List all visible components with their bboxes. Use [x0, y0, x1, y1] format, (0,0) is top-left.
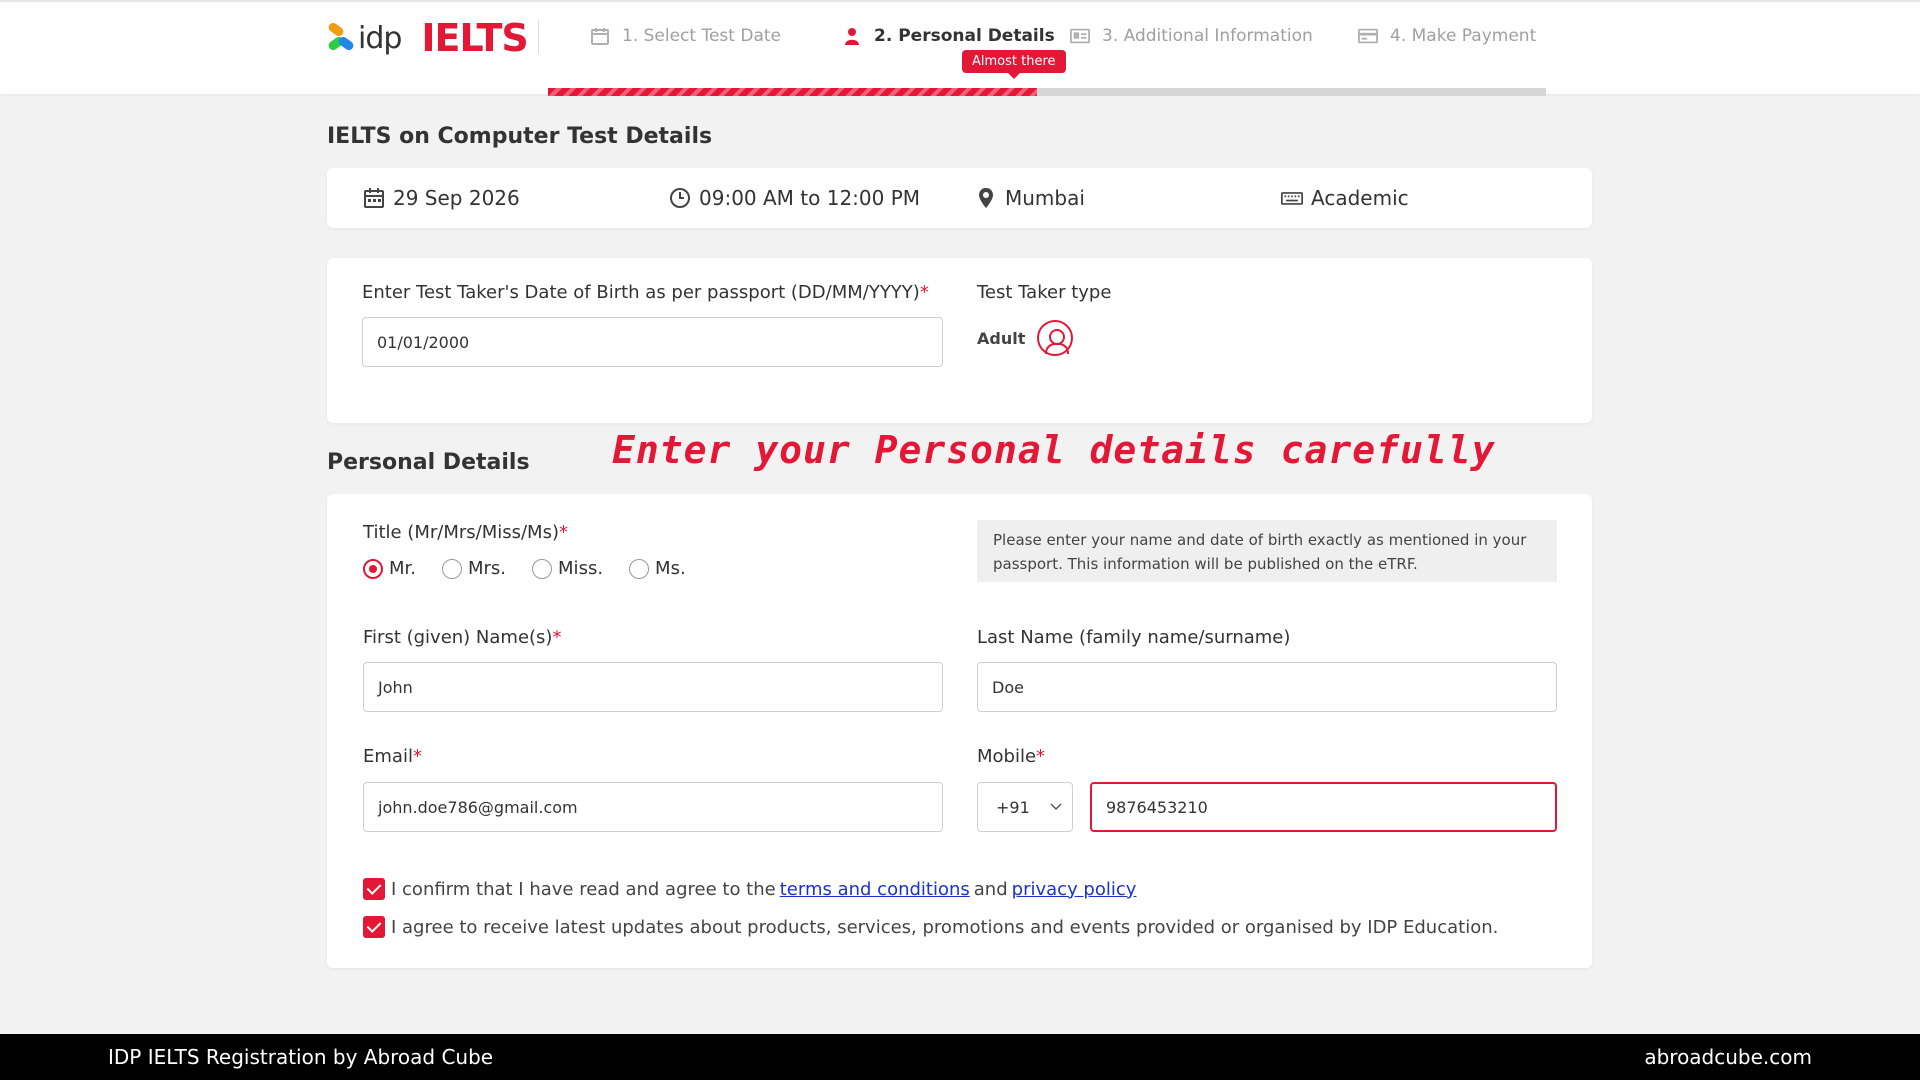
required-mark: * [558, 522, 568, 543]
test-module-value: Academic [1311, 186, 1409, 210]
idp-ielts-logo[interactable]: idp IELTS [326, 16, 529, 60]
progress-bar-fill [548, 88, 1038, 96]
title-radio-ms[interactable]: Ms. [629, 558, 686, 579]
user-icon [845, 28, 859, 45]
annotation-text: Enter your Personal details carefully [612, 428, 1496, 472]
email-label: Email* [363, 746, 422, 767]
radio-label: Mrs. [468, 558, 507, 579]
privacy-link[interactable]: privacy policy [1012, 879, 1137, 900]
title-label-text: Title (Mr/Mrs/Miss/Ms) [363, 522, 559, 543]
marketing-consent-text: I agree to receive latest updates about … [391, 916, 1499, 938]
required-mark: * [552, 627, 562, 648]
caption-left: IDP IELTS Registration by Abroad Cube [108, 1045, 494, 1069]
terms-consent: I confirm that I have read and agree to … [363, 878, 1140, 900]
test-details-card: 29 Sep 2026 09:00 AM to 12:00 PM Mumbai … [327, 168, 1592, 228]
logo-divider [538, 20, 539, 54]
terms-consent-text: I confirm that I have read and agree to … [391, 878, 776, 900]
title-radio-miss[interactable]: Miss. [532, 558, 603, 579]
step-additional-information[interactable]: 3. Additional Information [1070, 26, 1313, 46]
step-label: 4. Make Payment [1390, 26, 1537, 46]
mobile-input[interactable]: 9876453210 [1090, 782, 1557, 832]
step-label: 3. Additional Information [1102, 26, 1313, 46]
step-label: 1. Select Test Date [622, 26, 781, 46]
required-mark: * [1036, 746, 1046, 767]
mobile-label: Mobile* [977, 746, 1045, 767]
video-caption-bar: IDP IELTS Registration by Abroad Cube ab… [0, 1034, 1920, 1080]
taker-type-value: Adult [977, 328, 1026, 348]
country-code-select[interactable]: +91 [977, 782, 1073, 832]
calendar-icon [364, 188, 384, 208]
dob-label: Enter Test Taker's Date of Birth as per … [362, 282, 929, 303]
taker-type-label: Test Taker type [977, 282, 1112, 303]
radio-icon [442, 558, 462, 579]
step-label: 2. Personal Details [874, 26, 1055, 46]
caption-right: abroadcube.com [1644, 1045, 1812, 1069]
title-radio-mr[interactable]: Mr. [363, 558, 416, 579]
credit-card-icon [1358, 28, 1378, 44]
first-name-label-text: First (given) Name(s) [363, 627, 553, 648]
required-mark: * [919, 282, 929, 303]
dob-label-text: Enter Test Taker's Date of Birth as per … [362, 282, 920, 303]
marketing-consent: I agree to receive latest updates about … [363, 916, 1498, 938]
taker-type: Adult [977, 320, 1074, 356]
radio-icon [532, 558, 553, 579]
test-location: Mumbai [975, 186, 1085, 210]
logo-idp-text: idp [358, 20, 402, 56]
keyboard-icon [1281, 192, 1303, 205]
mobile-label-text: Mobile [977, 746, 1037, 767]
title-label: Title (Mr/Mrs/Miss/Ms)* [363, 522, 568, 543]
and-text: and [973, 878, 1008, 900]
map-pin-icon [979, 188, 993, 208]
dob-input[interactable]: 01/01/2000 [362, 317, 943, 367]
test-date-value: 29 Sep 2026 [393, 186, 520, 210]
id-card-icon [1070, 28, 1090, 44]
test-time-value: 09:00 AM to 12:00 PM [699, 186, 921, 210]
title-radio-group: Mr. Mrs. Miss. Ms. [363, 558, 712, 579]
logo-ielts-text: IELTS [421, 16, 528, 60]
passport-info-box: Please enter your name and date of birth… [977, 520, 1557, 582]
almost-there-badge: Almost there [962, 50, 1066, 79]
radio-label: Mr. [389, 558, 416, 579]
step-personal-details[interactable]: 2. Personal Details [842, 26, 1055, 46]
marketing-checkbox[interactable] [363, 916, 385, 938]
personal-details-heading: Personal Details [327, 450, 530, 475]
required-mark: * [412, 746, 422, 767]
personal-details-card: Title (Mr/Mrs/Miss/Ms)* Mr. Mrs. Miss. M… [327, 494, 1592, 968]
calendar-icon [591, 28, 609, 45]
top-header: idp IELTS 1. Select Test Date 2. Persona… [0, 0, 1920, 96]
first-name-input[interactable]: John [363, 662, 943, 712]
test-time: 09:00 AM to 12:00 PM [669, 186, 920, 210]
terms-checkbox[interactable] [363, 878, 385, 900]
step-make-payment[interactable]: 4. Make Payment [1358, 26, 1536, 46]
radio-label: Ms. [655, 558, 686, 579]
country-code-value: +91 [996, 797, 1030, 817]
title-radio-mrs[interactable]: Mrs. [442, 558, 506, 579]
chevron-down-icon [1050, 803, 1062, 811]
first-name-label: First (given) Name(s)* [363, 627, 561, 648]
dob-card: Enter Test Taker's Date of Birth as per … [327, 258, 1592, 423]
email-input[interactable]: john.doe786@gmail.com [363, 782, 943, 832]
radio-label: Miss. [558, 558, 604, 579]
last-name-input[interactable]: Doe [977, 662, 1557, 712]
test-date: 29 Sep 2026 [363, 186, 520, 210]
adult-avatar-icon [1037, 320, 1074, 356]
test-details-heading: IELTS on Computer Test Details [327, 124, 713, 149]
clock-icon [670, 188, 690, 208]
step-select-test-date[interactable]: 1. Select Test Date [590, 26, 781, 46]
radio-icon [629, 558, 650, 579]
progress-bar [548, 88, 1546, 96]
test-module: Academic [1281, 186, 1409, 210]
idp-logo-icon [326, 21, 356, 53]
radio-selected-icon [363, 558, 383, 579]
last-name-label: Last Name (family name/surname) [977, 627, 1291, 648]
terms-link[interactable]: terms and conditions [780, 879, 970, 900]
email-label-text: Email [363, 746, 413, 767]
test-location-value: Mumbai [1005, 186, 1085, 210]
